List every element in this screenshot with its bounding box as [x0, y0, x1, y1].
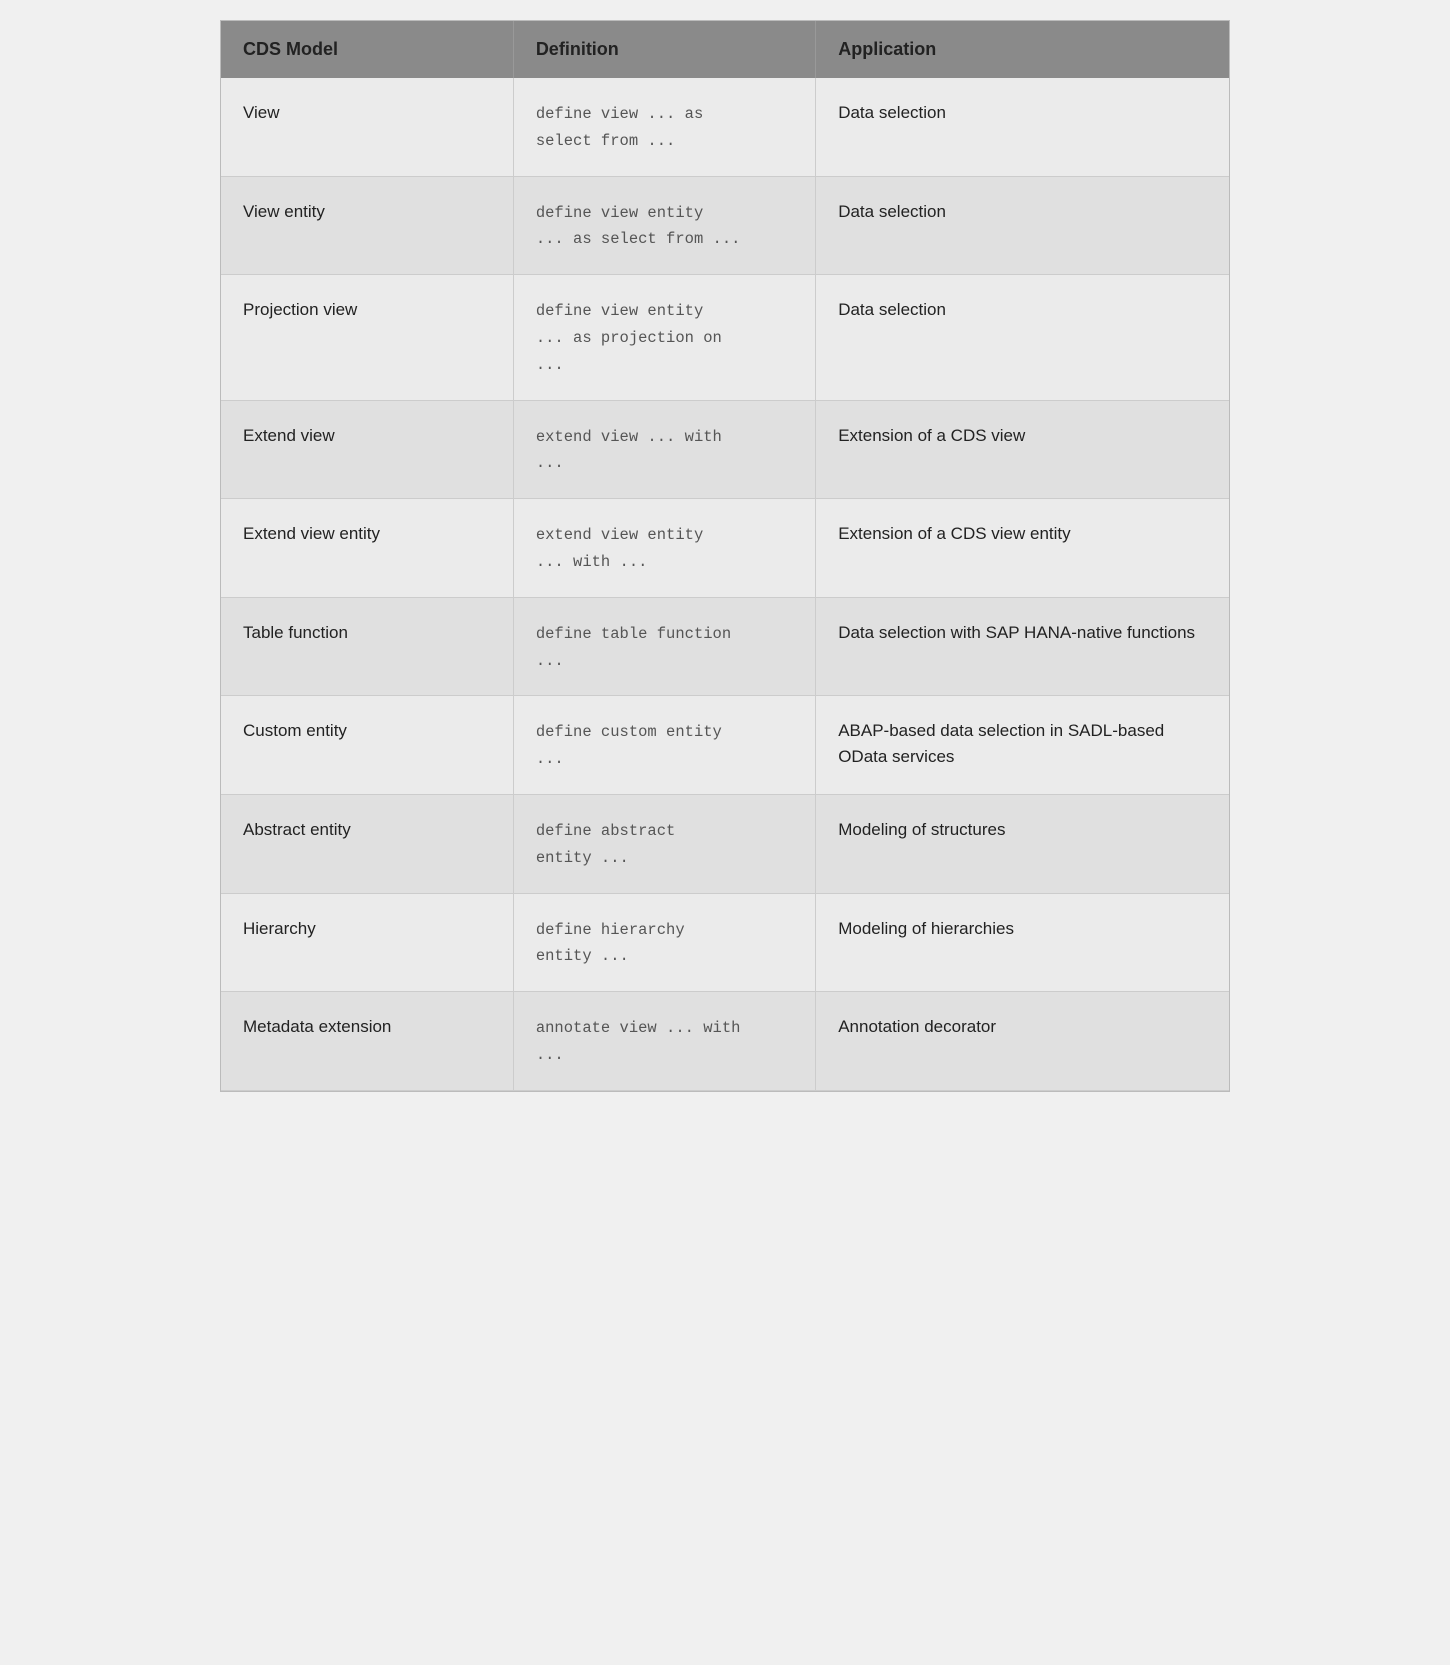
- table-row: Abstract entitydefine abstractentity ...…: [221, 794, 1229, 893]
- table-row: Metadata extensionannotate view ... with…: [221, 992, 1229, 1091]
- cell-model: Hierarchy: [221, 893, 513, 992]
- cell-application: Modeling of hierarchies: [816, 893, 1229, 992]
- table-row: Table functiondefine table function...Da…: [221, 597, 1229, 696]
- cell-definition: define view entity... as select from ...: [513, 176, 815, 275]
- table-row: Custom entitydefine custom entity...ABAP…: [221, 696, 1229, 795]
- cell-definition: extend view entity... with ...: [513, 499, 815, 598]
- cell-definition: define abstractentity ...: [513, 794, 815, 893]
- header-definition: Definition: [513, 21, 815, 78]
- table-row: Extend view entityextend view entity... …: [221, 499, 1229, 598]
- cell-definition: define custom entity...: [513, 696, 815, 795]
- cds-model-table: CDS Model Definition Application Viewdef…: [220, 20, 1230, 1092]
- cell-application: Extension of a CDS view entity: [816, 499, 1229, 598]
- table-row: Extend viewextend view ... with...Extens…: [221, 400, 1229, 499]
- cell-application: Extension of a CDS view: [816, 400, 1229, 499]
- cell-application: Data selection with SAP HANA-native func…: [816, 597, 1229, 696]
- cell-definition: extend view ... with...: [513, 400, 815, 499]
- cell-model: Projection view: [221, 275, 513, 400]
- table-row: Projection viewdefine view entity... as …: [221, 275, 1229, 400]
- cell-definition: define view ... asselect from ...: [513, 78, 815, 176]
- table-row: View entitydefine view entity... as sele…: [221, 176, 1229, 275]
- header-application: Application: [816, 21, 1229, 78]
- cell-model: Extend view: [221, 400, 513, 499]
- cell-model: View entity: [221, 176, 513, 275]
- cell-model: Abstract entity: [221, 794, 513, 893]
- cell-application: ABAP-based data selection in SADL-based …: [816, 696, 1229, 795]
- cell-definition: annotate view ... with...: [513, 992, 815, 1091]
- table-row: Viewdefine view ... asselect from ...Dat…: [221, 78, 1229, 176]
- cell-application: Data selection: [816, 78, 1229, 176]
- cell-model: Custom entity: [221, 696, 513, 795]
- cell-definition: define table function...: [513, 597, 815, 696]
- table-row: Hierarchydefine hierarchyentity ...Model…: [221, 893, 1229, 992]
- cell-definition: define view entity... as projection on..…: [513, 275, 815, 400]
- cell-application: Modeling of structures: [816, 794, 1229, 893]
- table-header-row: CDS Model Definition Application: [221, 21, 1229, 78]
- cell-model: Extend view entity: [221, 499, 513, 598]
- cell-model: Metadata extension: [221, 992, 513, 1091]
- cell-model: Table function: [221, 597, 513, 696]
- cell-model: View: [221, 78, 513, 176]
- header-cds-model: CDS Model: [221, 21, 513, 78]
- cell-application: Data selection: [816, 176, 1229, 275]
- cell-application: Annotation decorator: [816, 992, 1229, 1091]
- cell-application: Data selection: [816, 275, 1229, 400]
- cell-definition: define hierarchyentity ...: [513, 893, 815, 992]
